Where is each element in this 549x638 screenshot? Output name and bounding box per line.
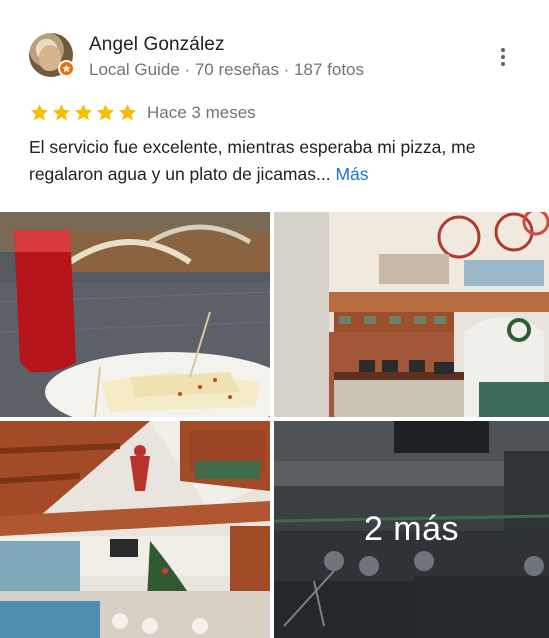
- star-rating: [29, 102, 138, 123]
- star-icon: [74, 104, 93, 121]
- local-guide-badge-icon: [58, 60, 75, 77]
- more-photos-overlay[interactable]: 2 más: [274, 421, 549, 638]
- star-icon: [118, 104, 137, 121]
- review-photo-3[interactable]: [0, 421, 270, 638]
- star-icon: [30, 104, 49, 121]
- review-text-block: El servicio fue excelente, mientras espe…: [29, 134, 524, 188]
- review-photo-4[interactable]: 2 más: [274, 421, 549, 638]
- review-text: El servicio fue excelente, mientras espe…: [29, 137, 476, 184]
- menu-dot: [501, 62, 505, 66]
- photo-interior-counter: [274, 212, 549, 417]
- photo-dining-room: [0, 421, 270, 638]
- more-vert-icon[interactable]: [494, 44, 512, 70]
- star-icon: [52, 104, 71, 121]
- review-photo-2[interactable]: [274, 212, 549, 417]
- star-icon: [96, 104, 115, 121]
- review-photo-1[interactable]: [0, 212, 270, 417]
- photo-table-drink: [0, 212, 270, 417]
- menu-dot: [501, 48, 505, 52]
- more-link[interactable]: Más: [335, 164, 368, 184]
- reviewer-name[interactable]: Angel González: [89, 34, 225, 56]
- review-date: Hace 3 meses: [147, 103, 256, 122]
- reviewer-meta[interactable]: Local Guide · 70 reseñas · 187 fotos: [89, 60, 364, 80]
- menu-dot: [501, 55, 505, 59]
